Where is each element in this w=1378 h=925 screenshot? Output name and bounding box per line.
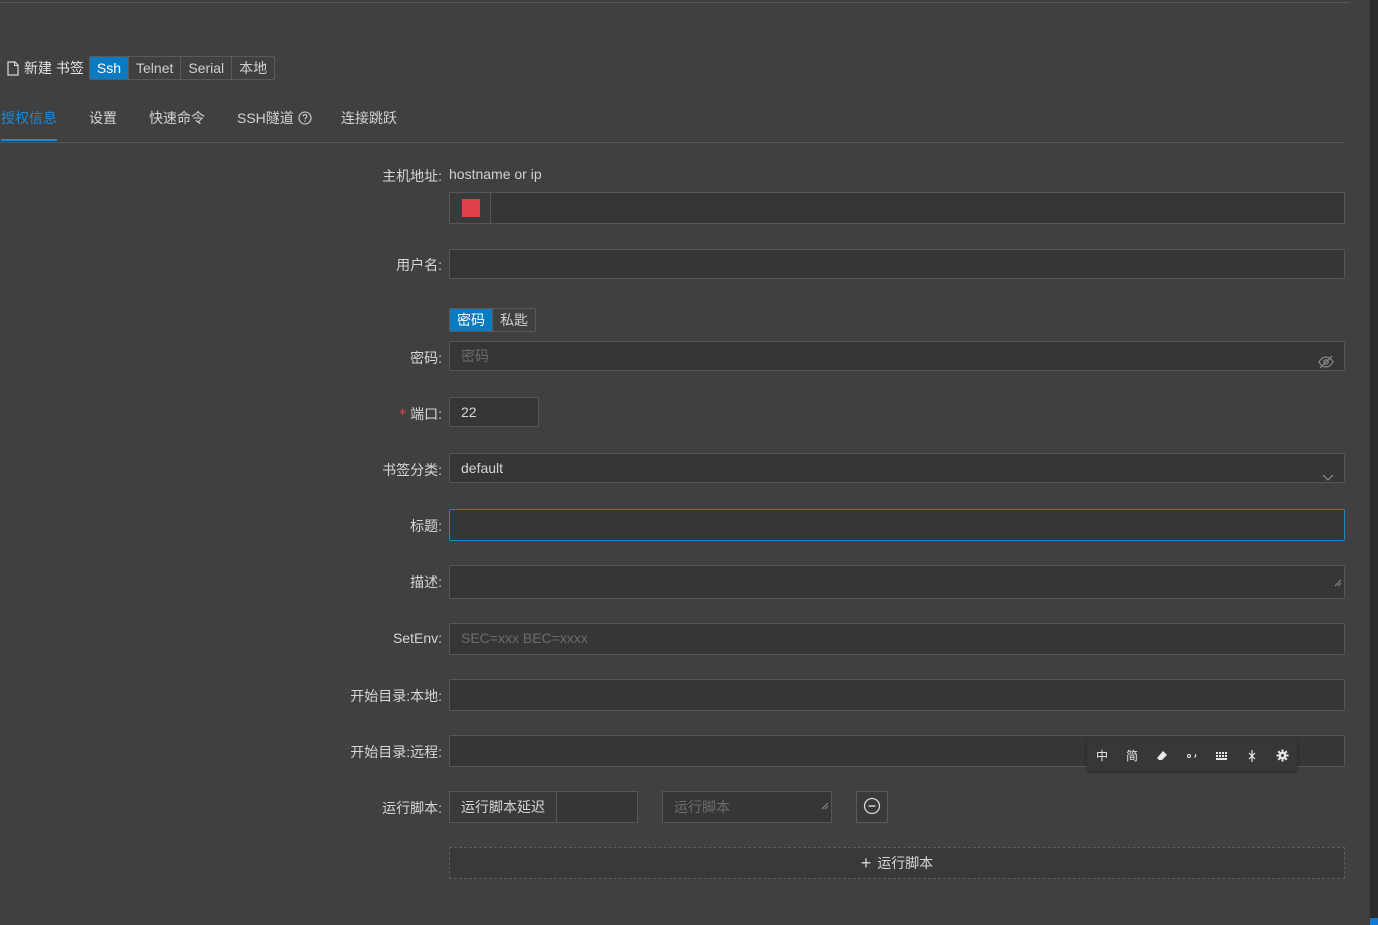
setenv-input[interactable]: SEC=xxx BEC=xxxx bbox=[449, 623, 1345, 655]
script-delay-addon: 运行脚本延迟 bbox=[449, 791, 557, 823]
setenv-placeholder: SEC=xxx BEC=xxxx bbox=[461, 630, 588, 646]
port-input[interactable]: 22 bbox=[449, 397, 539, 427]
tab-ssh-tunnel-label: SSH隧道 bbox=[237, 110, 294, 126]
password-label: 密码: bbox=[410, 350, 442, 366]
tab-connection-jump[interactable]: 连接跳跃 bbox=[341, 104, 397, 141]
protocol-selector: Ssh Telnet Serial 本地 bbox=[88, 56, 276, 80]
bookmark-file-icon bbox=[6, 59, 20, 77]
setenv-label: SetEnv: bbox=[392, 630, 442, 646]
resize-handle-icon[interactable] bbox=[1334, 568, 1342, 596]
cursor-icon[interactable] bbox=[1241, 745, 1263, 767]
host-hint: hostname or ip bbox=[449, 166, 542, 182]
tab-ssh-tunnel[interactable]: SSH隧道 bbox=[237, 104, 312, 141]
protocol-serial[interactable]: Serial bbox=[180, 57, 231, 79]
category-value: default bbox=[461, 460, 504, 476]
required-mark: * bbox=[399, 407, 407, 423]
ime-simplified-mode[interactable]: 简 bbox=[1121, 745, 1143, 767]
scrollbar[interactable] bbox=[1370, 0, 1378, 925]
tab-bar: 授权信息 设置 快速命令 SSH隧道 连接跳跃 bbox=[0, 104, 1345, 143]
auth-private-key-option[interactable]: 私匙 bbox=[492, 309, 535, 331]
remove-script-button[interactable] bbox=[856, 791, 888, 823]
start-dir-local-label: 开始目录:本地: bbox=[350, 688, 442, 704]
minus-circle-icon bbox=[863, 797, 881, 818]
ime-toolbar: 中 简 bbox=[1087, 740, 1297, 771]
tab-quick-commands[interactable]: 快速命令 bbox=[149, 104, 205, 141]
protocol-telnet[interactable]: Telnet bbox=[128, 57, 180, 79]
script-delay-input[interactable] bbox=[556, 791, 638, 823]
category-select[interactable]: default bbox=[449, 453, 1345, 483]
color-swatch bbox=[461, 199, 480, 217]
title-label: 标题: bbox=[410, 518, 442, 534]
add-script-label: 运行脚本 bbox=[877, 855, 934, 871]
host-color-picker[interactable] bbox=[449, 192, 491, 224]
resize-handle-icon[interactable] bbox=[821, 790, 829, 820]
eye-invisible-icon[interactable] bbox=[1318, 350, 1334, 378]
host-input[interactable] bbox=[490, 192, 1345, 224]
tab-settings[interactable]: 设置 bbox=[89, 104, 117, 141]
title-input[interactable] bbox=[449, 509, 1345, 541]
password-placeholder: 密码 bbox=[461, 348, 489, 364]
protocol-local[interactable]: 本地 bbox=[231, 57, 274, 79]
description-textarea[interactable] bbox=[449, 565, 1345, 599]
host-label: 主机地址: bbox=[382, 168, 442, 184]
tab-auth-info[interactable]: 授权信息 bbox=[1, 104, 57, 141]
page-title: 新建 书签 bbox=[24, 60, 84, 76]
bookmark-header: 新建 书签 Ssh Telnet Serial 本地 bbox=[6, 56, 276, 80]
scrollbar-thumb[interactable] bbox=[1370, 918, 1378, 925]
start-dir-local-input[interactable] bbox=[449, 679, 1345, 711]
question-circle-icon[interactable] bbox=[298, 111, 312, 125]
add-script-button[interactable]: + 运行脚本 bbox=[449, 847, 1345, 879]
chevron-down-icon bbox=[1322, 463, 1334, 491]
run-script-label: 运行脚本: bbox=[382, 800, 442, 816]
auth-type-selector: 密码 私匙 bbox=[449, 308, 536, 332]
username-input[interactable] bbox=[449, 249, 1345, 279]
script-placeholder: 运行脚本 bbox=[674, 799, 730, 815]
eraser-icon[interactable] bbox=[1151, 745, 1173, 767]
settings-icon[interactable] bbox=[1271, 745, 1293, 767]
start-dir-remote-label: 开始目录:远程: bbox=[350, 744, 442, 760]
punctuation-icon[interactable] bbox=[1181, 745, 1203, 767]
port-label-text: 端口: bbox=[410, 406, 442, 422]
keyboard-icon[interactable] bbox=[1211, 745, 1233, 767]
category-label: 书签分类: bbox=[382, 462, 442, 478]
description-label: 描述: bbox=[410, 574, 442, 590]
auth-password-option[interactable]: 密码 bbox=[450, 309, 492, 331]
port-label: * 端口: bbox=[399, 404, 442, 424]
plus-icon: + bbox=[860, 853, 872, 873]
script-textarea[interactable]: 运行脚本 bbox=[662, 791, 832, 823]
username-label: 用户名: bbox=[396, 257, 442, 273]
password-input[interactable]: 密码 bbox=[449, 341, 1345, 371]
top-divider bbox=[0, 2, 1350, 3]
ime-chinese-mode[interactable]: 中 bbox=[1091, 745, 1113, 767]
protocol-ssh[interactable]: Ssh bbox=[89, 57, 129, 79]
